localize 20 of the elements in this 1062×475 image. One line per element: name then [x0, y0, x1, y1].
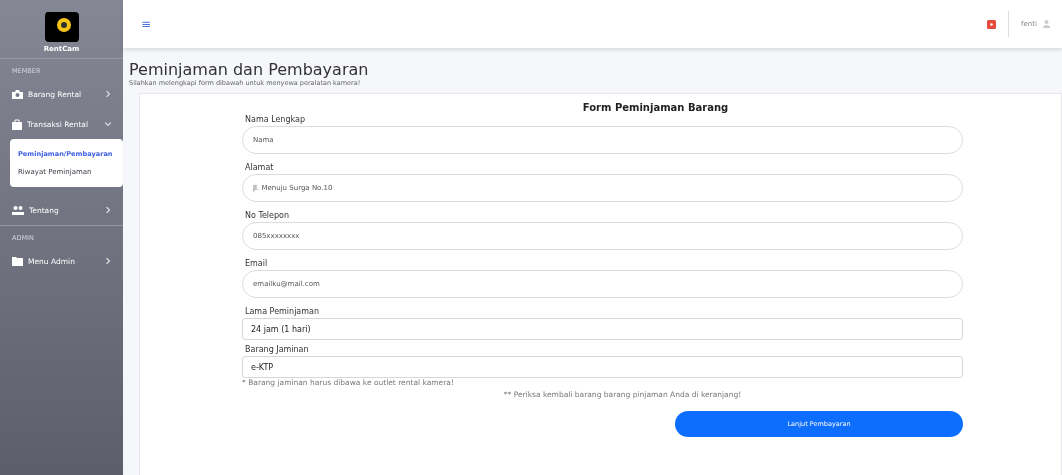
chevron-icon	[105, 258, 111, 264]
camera-icon	[12, 89, 23, 99]
field-label: Lama Peminjaman	[244, 307, 321, 316]
notification-badge-icon[interactable]	[987, 19, 997, 29]
select-field[interactable]: e-KTP	[242, 356, 963, 378]
field-label: Barang Jaminan	[244, 345, 310, 354]
field-label: Nama Lengkap	[244, 115, 306, 124]
page-title: Peminjaman dan Pembayaran	[129, 60, 370, 79]
bag-icon	[12, 118, 22, 130]
chevron-icon	[105, 91, 111, 97]
field-label: No Telepon	[244, 211, 291, 220]
select-field[interactable]: 24 jam (1 hari)	[242, 318, 963, 340]
menu-icon[interactable]: ≡	[141, 17, 152, 31]
folder-icon	[12, 256, 23, 266]
chevron-icon	[105, 207, 111, 213]
users-icon	[12, 205, 24, 215]
chevron-icon	[105, 121, 111, 127]
field-label: Email	[244, 259, 269, 268]
form-title: Form Peminjaman Barang	[581, 102, 730, 113]
field-label: Alamat	[244, 163, 275, 172]
